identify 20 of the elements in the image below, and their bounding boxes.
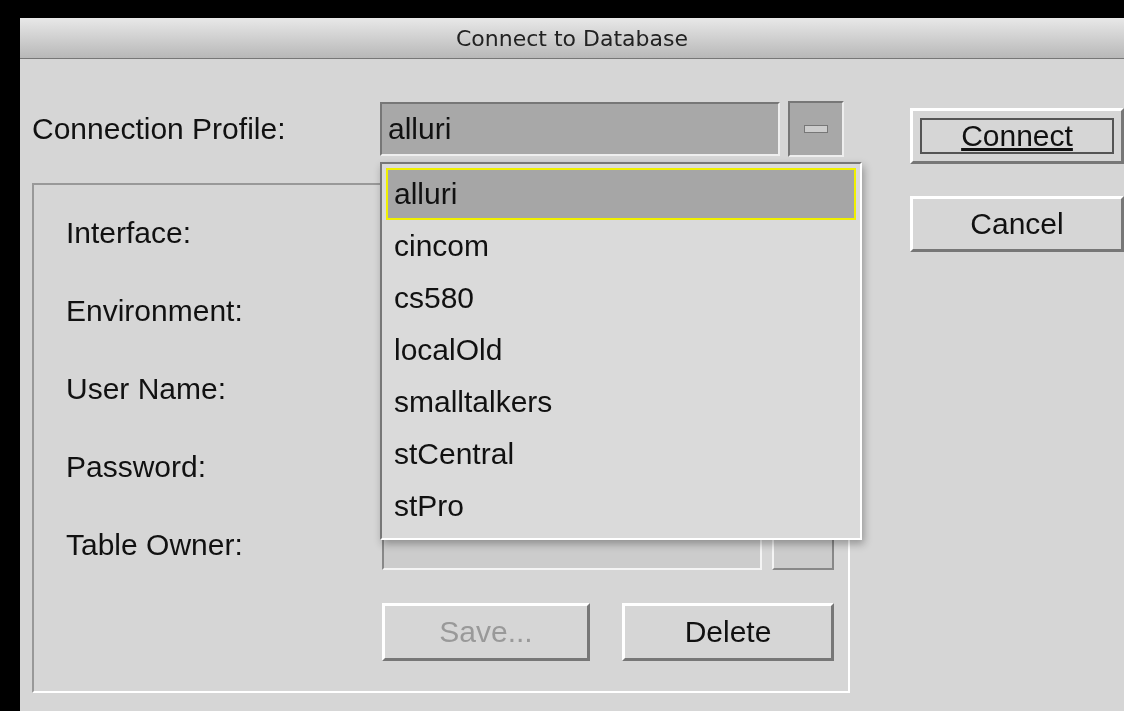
field-label: Interface: [66, 216, 193, 250]
menu-item[interactable]: stCentral [386, 428, 856, 480]
cancel-button[interactable]: Cancel [910, 196, 1124, 252]
window-title: Connect to Database [456, 25, 688, 51]
profile-combo-field[interactable]: alluri [380, 102, 780, 156]
menu-item[interactable]: stPro [386, 480, 856, 532]
field-label: User Name: [66, 372, 228, 406]
menu-item[interactable]: localOld [386, 324, 856, 376]
field-label: Table Owner: [66, 528, 244, 562]
field-label: Password: [66, 450, 208, 484]
menu-item[interactable]: alluri [386, 168, 856, 220]
menu-item[interactable]: smalltalkers [386, 376, 856, 428]
profile-label: Connection Profile: [32, 112, 287, 146]
delete-button[interactable]: Delete [622, 603, 834, 661]
connect-button[interactable]: Connect [910, 108, 1124, 164]
menu-item[interactable]: cincom [386, 220, 856, 272]
dropdown-button[interactable] [788, 101, 844, 157]
dash-icon [804, 125, 828, 133]
menu-item[interactable]: cs580 [386, 272, 856, 324]
field-label: Environment: [66, 294, 244, 328]
